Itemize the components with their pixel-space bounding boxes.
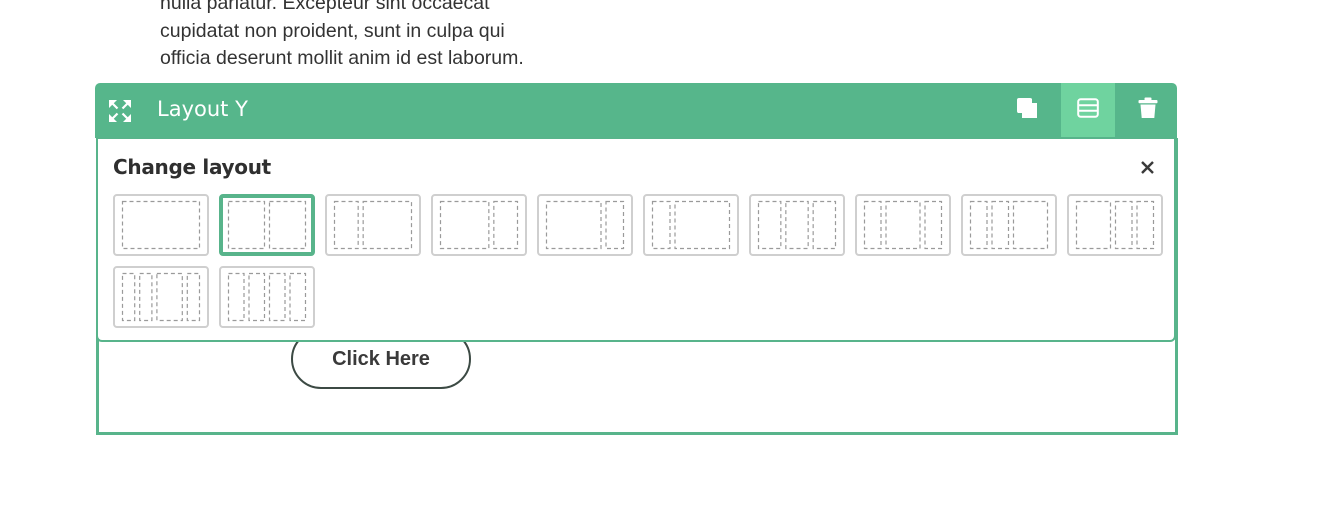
layout-thumbnail <box>121 272 201 322</box>
layout-column <box>785 200 809 250</box>
paragraph-line: nulla pariatur. Excepteur sint occaecat <box>160 0 490 14</box>
layout-thumbnail <box>863 200 943 250</box>
layout-thumbnail <box>227 200 307 250</box>
layout-option[interactable] <box>749 194 845 256</box>
layout-option[interactable] <box>113 194 209 256</box>
layout-column <box>227 272 245 322</box>
layout-column <box>121 200 201 250</box>
layout-column <box>268 272 286 322</box>
layout-column <box>156 272 183 322</box>
duplicate-icon <box>1016 97 1038 124</box>
layout-column <box>757 200 782 250</box>
layout-thumbnail <box>227 272 307 322</box>
section-title: Layout Y <box>157 97 248 121</box>
layout-column <box>605 200 625 250</box>
layout-column <box>991 200 1010 250</box>
layout-column <box>439 200 490 250</box>
layout-column <box>969 200 988 250</box>
layout-column <box>139 272 153 322</box>
duplicate-button[interactable] <box>1000 83 1054 138</box>
layout-thumbnail <box>969 200 1049 250</box>
layout-column <box>1012 200 1049 250</box>
layout-column <box>186 272 201 322</box>
layout-thumbnail <box>545 200 625 250</box>
change-layout-panel: Change layout <box>96 137 1176 342</box>
layout-option[interactable] <box>643 194 739 256</box>
panel-title: Change layout <box>113 155 271 179</box>
delete-button[interactable] <box>1121 83 1175 138</box>
layout-option[interactable] <box>219 266 315 328</box>
layout-option[interactable] <box>325 194 421 256</box>
layout-option[interactable] <box>431 194 527 256</box>
layout-column <box>493 200 519 250</box>
layout-column <box>1075 200 1112 250</box>
layout-button[interactable] <box>1061 83 1115 138</box>
layout-column <box>674 200 731 250</box>
layout-option[interactable] <box>219 194 315 256</box>
layout-column <box>885 200 921 250</box>
layout-thumbnail <box>757 200 837 250</box>
layout-column <box>1136 200 1155 250</box>
layout-thumbnail <box>121 200 201 250</box>
layout-column <box>1114 200 1133 250</box>
layout-column <box>227 200 266 250</box>
layout-column <box>289 272 307 322</box>
layout-thumbnail <box>1075 200 1155 250</box>
layout-column <box>924 200 943 250</box>
layout-option[interactable] <box>961 194 1057 256</box>
layout-column <box>121 272 136 322</box>
layout-icon <box>1077 98 1099 123</box>
move-icon[interactable] <box>109 100 131 122</box>
paragraph-line: cupidatat non proident, sunt in culpa qu… <box>160 19 505 42</box>
layout-column <box>333 200 359 250</box>
layout-column <box>863 200 882 250</box>
layout-column <box>812 200 837 250</box>
trash-icon <box>1138 97 1158 124</box>
layout-thumbnail <box>333 200 413 250</box>
layout-column <box>545 200 602 250</box>
page: nulla pariatur. Excepteur sint occaecat … <box>0 0 1328 506</box>
section-toolbar: Layout Y <box>95 83 1177 138</box>
layout-option[interactable] <box>855 194 951 256</box>
layout-thumbnail <box>651 200 731 250</box>
layout-column <box>651 200 671 250</box>
layout-thumbnail <box>439 200 519 250</box>
paragraph-line: officia deserunt mollit anim id est labo… <box>160 47 524 69</box>
close-icon[interactable] <box>1138 158 1158 178</box>
layout-option[interactable] <box>537 194 633 256</box>
click-here-label: Click Here <box>332 347 430 370</box>
layout-column <box>268 200 307 250</box>
layout-option[interactable] <box>113 266 209 328</box>
layout-column <box>248 272 266 322</box>
paragraph-text: nulla pariatur. Excepteur sint occaecat … <box>160 0 590 73</box>
layout-option[interactable] <box>1067 194 1163 256</box>
layout-column <box>362 200 413 250</box>
